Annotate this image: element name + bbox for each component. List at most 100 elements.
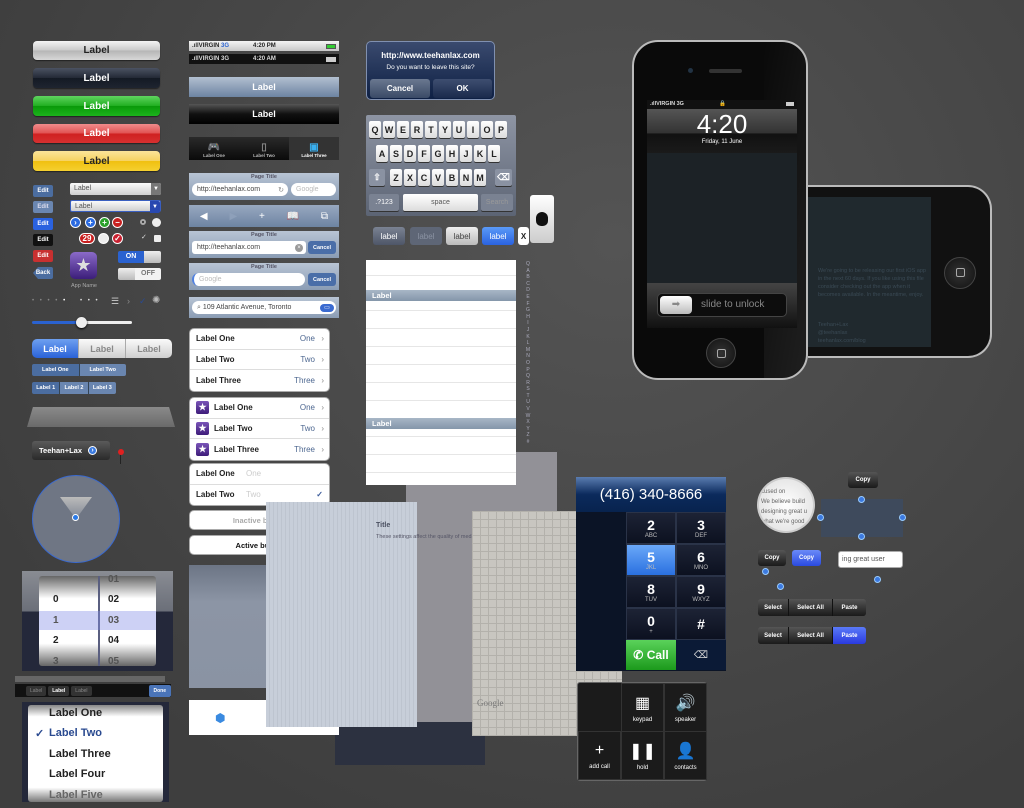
map-callout[interactable]: Teehan+Lax › [32, 441, 110, 460]
silver-button[interactable]: Label [33, 41, 160, 60]
contacts-button[interactable]: 👤 contacts [664, 731, 707, 780]
slide-to-unlock[interactable]: ➡ slide to unlock [657, 293, 787, 317]
checkmark-icon[interactable]: ✓ [141, 233, 147, 241]
slider-thumb[interactable] [76, 317, 87, 328]
bookmarks-icon[interactable]: ▭ [320, 303, 334, 312]
key[interactable]: O [481, 121, 493, 138]
segment[interactable]: Label 1 [32, 382, 60, 394]
edit-button-active[interactable]: Edit [33, 218, 53, 230]
copy-button-pressed[interactable]: Copy [792, 550, 821, 566]
table-row[interactable]: ★ Label Two Two › [190, 419, 329, 439]
key[interactable]: Y [439, 121, 451, 138]
search-field[interactable]: Google [192, 273, 305, 286]
index-letter[interactable]: E [524, 294, 532, 301]
picker-right-value[interactable]: 05 [108, 656, 119, 667]
cancel-button[interactable]: Cancel [308, 241, 336, 254]
edit-menu-select[interactable]: Select [758, 627, 788, 644]
search-key[interactable]: Search [481, 194, 513, 211]
disclosure-icon[interactable]: › [88, 446, 98, 455]
forward-arrow-icon[interactable]: ▶ [229, 211, 237, 222]
map-pin-icon[interactable] [118, 449, 124, 455]
select-dropdown[interactable]: Label ▼ [70, 183, 161, 195]
add-blue-icon[interactable]: + [85, 217, 96, 228]
table-row[interactable]: Label One One › [190, 329, 329, 350]
selection-handle[interactable] [777, 583, 784, 590]
toolbar-tab-active[interactable]: Label [48, 685, 70, 696]
key[interactable]: Z [390, 169, 402, 186]
black-button[interactable]: Label [33, 68, 160, 88]
done-button[interactable]: Done [148, 684, 171, 697]
table-row[interactable]: Label Three Three › [190, 370, 329, 391]
red-button[interactable]: Label [33, 124, 160, 143]
index-letter[interactable]: J [524, 327, 532, 334]
picker-left-value[interactable]: 3 [53, 656, 59, 667]
picker-wheel[interactable]: 0 1 2 3 01 02 03 04 05 [22, 571, 173, 671]
checked-circle-icon[interactable]: ✓ [112, 233, 123, 244]
picker-right-value[interactable]: 04 [108, 635, 119, 646]
index-letter[interactable]: # [524, 439, 532, 446]
key[interactable]: S [390, 145, 402, 162]
tab-label-three[interactable]: ▣ Label Three [289, 137, 339, 160]
reload-icon[interactable]: ↻ [278, 186, 284, 194]
page-control[interactable]: • • • • • [32, 298, 67, 304]
key[interactable]: R [411, 121, 423, 138]
table-row[interactable]: ★ Label Three Three › [190, 439, 329, 460]
dial-key[interactable]: 5 JKL [626, 544, 676, 576]
index-letter[interactable]: K [524, 334, 532, 341]
index-letter[interactable]: F [524, 301, 532, 308]
edit-menu-select-all[interactable]: Select All [788, 627, 832, 644]
table-row[interactable]: Label One One [190, 464, 329, 485]
segment[interactable]: Label [78, 339, 125, 358]
dial-key[interactable]: 8 TUV [626, 576, 676, 608]
index-letter[interactable]: A [524, 268, 532, 275]
key-label-dark[interactable]: label [373, 227, 405, 245]
index-letter[interactable]: Y [524, 426, 532, 433]
cancel-button[interactable]: Cancel [308, 273, 336, 286]
selection-handle[interactable] [858, 496, 865, 503]
back-button[interactable]: Back [33, 267, 53, 279]
url-field[interactable]: http://teehanlax.com × [192, 241, 306, 254]
index-letter[interactable]: R [524, 380, 532, 387]
numbers-key[interactable]: .?123 [369, 194, 399, 211]
key[interactable]: G [432, 145, 444, 162]
key[interactable]: C [418, 169, 430, 186]
index-letter[interactable]: L [524, 340, 532, 347]
alert-cancel-button[interactable]: Cancel [370, 79, 430, 98]
key[interactable]: J [460, 145, 472, 162]
bookmarks-icon[interactable]: 📖 [287, 211, 299, 222]
key-label-blue[interactable]: label [482, 227, 514, 245]
maps-search-field[interactable]: ⌕ 109 Atlantic Avenue, Toronto ▭ [192, 301, 336, 314]
hold-button[interactable]: ❚❚ hold [621, 731, 664, 780]
key-label-light[interactable]: label [446, 227, 478, 245]
key[interactable]: B [446, 169, 458, 186]
radio-icon[interactable] [152, 218, 161, 227]
reorder-icon[interactable]: ☰ [111, 296, 119, 307]
selection-handle[interactable] [899, 514, 906, 521]
edit-button-red[interactable]: Edit [33, 250, 53, 262]
key[interactable]: T [425, 121, 437, 138]
alert-ok-button[interactable]: OK [433, 79, 492, 98]
selection-handle[interactable] [858, 533, 865, 540]
segment[interactable]: Label 3 [87, 382, 116, 394]
checkbox-icon[interactable] [154, 235, 161, 242]
add-bookmark-icon[interactable]: + [259, 211, 265, 222]
key-label-disabled[interactable]: label [410, 227, 442, 245]
list-picker-item-selected[interactable]: Label Two [49, 727, 102, 739]
key[interactable]: F [418, 145, 430, 162]
list-picker[interactable]: Label One ✓ Label Two Label Three Label … [22, 702, 169, 802]
back-arrow-icon[interactable]: ◀ [200, 211, 208, 222]
key[interactable]: L [488, 145, 500, 162]
edit-button[interactable]: Edit [33, 185, 53, 197]
index-letter[interactable]: Q [524, 261, 532, 268]
copy-button[interactable]: Copy [848, 472, 878, 488]
home-button[interactable] [944, 257, 976, 289]
key[interactable]: Q [369, 121, 381, 138]
dial-key[interactable]: # [676, 608, 726, 640]
segment[interactable]: Label One [32, 364, 79, 376]
section-index[interactable]: Q A B C D E F G H I J K L M N O P Q R S T U V W X Y Z # [524, 261, 532, 446]
edit-menu-paste[interactable]: Paste [832, 627, 866, 644]
key[interactable]: A [376, 145, 388, 162]
add-call-button[interactable]: + add call [578, 731, 621, 780]
key[interactable]: I [467, 121, 479, 138]
disclosure-icon[interactable]: › [70, 217, 81, 228]
